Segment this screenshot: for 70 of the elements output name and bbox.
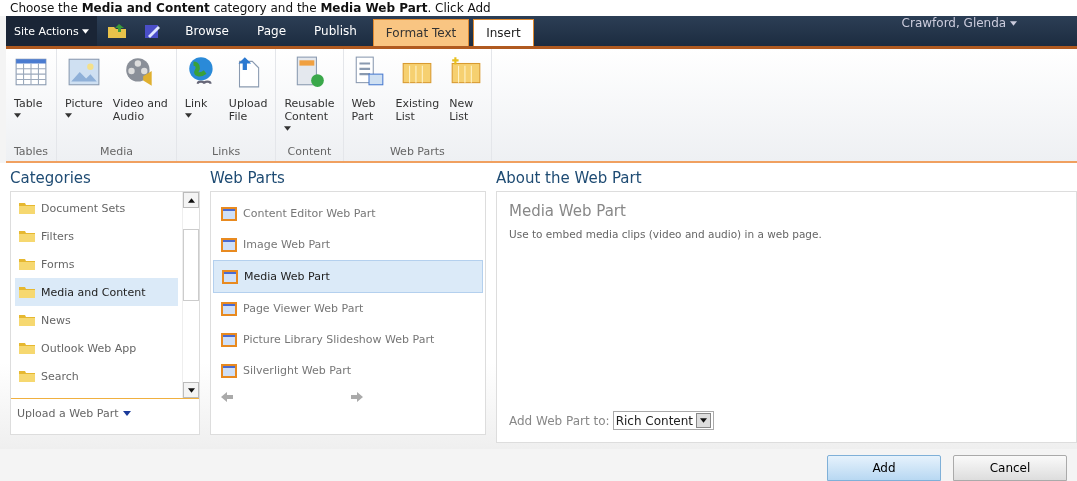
ribbon-tab[interactable]: Page (245, 16, 299, 46)
category-item[interactable]: Document Sets (15, 194, 178, 222)
caret-icon (82, 29, 90, 34)
upload-link[interactable]: Upload a Web Part (17, 407, 119, 420)
category-item[interactable]: Search (15, 362, 178, 390)
web-part-item[interactable]: Silverlight Web Part (213, 355, 483, 386)
folder-icon (19, 258, 35, 270)
folder-icon (19, 230, 35, 242)
group-label: Media (98, 145, 134, 160)
scroll-down-icon[interactable] (187, 387, 195, 393)
folder-icon[interactable] (107, 23, 128, 39)
scroll-up-icon[interactable] (187, 197, 195, 203)
category-item[interactable]: News (15, 306, 178, 334)
web-part-icon (221, 332, 237, 347)
web-part-item[interactable]: Media Web Part (213, 260, 483, 293)
folder-icon (19, 342, 35, 354)
category-item[interactable]: Filters (15, 222, 178, 250)
web-part-item[interactable]: Image Web Part (213, 229, 483, 260)
instruction-text: Choose the Media and Content category and the Media Web Part. Click Add (0, 0, 1077, 16)
caret-icon (284, 126, 292, 131)
ribbon-tab[interactable]: Browse (173, 16, 241, 46)
ribbon-button[interactable]: Table (10, 49, 52, 145)
ribbon-button[interactable]: New List (445, 49, 488, 145)
group-label: Tables (12, 145, 50, 160)
category-item[interactable]: Forms (15, 250, 178, 278)
ribbon-tab[interactable]: Insert (473, 19, 534, 46)
group-label: Links (211, 145, 242, 160)
ribbon-tab[interactable]: Publish (302, 16, 369, 46)
add-button[interactable]: Add (827, 455, 941, 481)
web-part-icon (221, 363, 237, 378)
web-part-item[interactable]: Picture Library Slideshow Web Part (213, 324, 483, 355)
folder-icon (19, 286, 35, 298)
about-heading: About the Web Part (496, 169, 643, 189)
ribbon-button[interactable]: Picture (61, 49, 107, 145)
web-part-icon (221, 237, 237, 252)
ribbon-button[interactable]: Web Part (347, 49, 390, 145)
ribbon-button[interactable]: Link (180, 49, 223, 145)
ribbon-button[interactable]: Upload File (224, 49, 272, 145)
web-part-item[interactable]: Page Viewer Web Part (213, 293, 483, 324)
caret-icon (14, 113, 21, 118)
ribbon-button[interactable]: Existing List (391, 49, 444, 145)
caret-icon (184, 113, 192, 118)
caret-icon (65, 113, 72, 118)
user-menu[interactable]: Crawford, Glenda (901, 16, 1077, 38)
web-part-icon (221, 301, 237, 316)
zone-dropdown[interactable]: Rich Content (612, 411, 715, 430)
web-part-item[interactable]: Content Editor Web Part (213, 198, 483, 229)
web-part-description: Use to embed media clips (video and audio) in a web page. (509, 228, 823, 240)
web-part-title: Media Web Part (509, 202, 627, 220)
add-to-label: Add Web Part to: (509, 413, 610, 428)
category-item[interactable]: Outlook Web App (15, 334, 178, 362)
caret-icon (1010, 21, 1017, 26)
web-parts-heading: Web Parts (210, 169, 286, 189)
web-part-icon (222, 269, 238, 284)
cancel-button[interactable]: Cancel (953, 455, 1067, 481)
ribbon-button[interactable]: Reusable Content (280, 49, 339, 145)
ribbon-button[interactable]: Video and Audio (108, 49, 172, 145)
scrollbar[interactable] (182, 192, 199, 398)
ribbon-tab[interactable]: Format Text (372, 19, 470, 46)
web-part-icon (221, 206, 237, 221)
group-label: Web Parts (388, 145, 446, 160)
dropdown-arrow-icon[interactable] (123, 411, 132, 416)
site-actions-menu[interactable]: Site Actions (6, 16, 98, 46)
folder-icon (19, 370, 35, 382)
folder-icon (19, 202, 35, 214)
category-item[interactable]: Media and Content (15, 278, 178, 306)
group-label: Content (286, 145, 333, 160)
folder-icon (19, 314, 35, 326)
caret-icon (700, 418, 708, 423)
categories-heading: Categories (10, 169, 92, 189)
